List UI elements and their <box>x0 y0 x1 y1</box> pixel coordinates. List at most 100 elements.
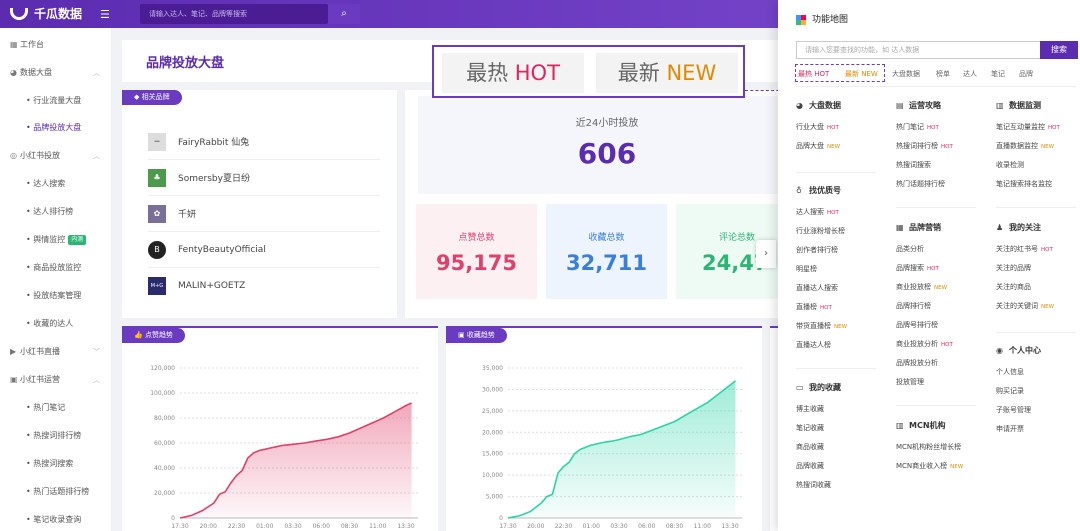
feature-link[interactable]: 行业涨粉增长榜 <box>796 226 845 236</box>
feature-link-label: 关注的关键词 <box>996 302 1038 310</box>
feature-link[interactable]: 带货直播榜 NEW <box>796 321 847 331</box>
brand-item[interactable]: ♣ Somersby夏日纷 <box>148 160 380 196</box>
feature-link[interactable]: MCN机构粉丝增长榜 <box>896 442 961 452</box>
new-badge: NEW <box>950 464 964 470</box>
feature-link[interactable]: 热门话题排行榜 <box>896 179 945 189</box>
sidebar-item-note-index[interactable]: • 笔记收录查询 <box>0 509 112 531</box>
sidebar-item-product-monitor[interactable]: • 商品投放监控 <box>0 257 112 279</box>
x-tick-label: 01:00 <box>583 523 600 530</box>
hot-badge: HOT <box>927 125 939 131</box>
feature-link[interactable]: 个人信息 <box>996 367 1024 377</box>
feature-link[interactable]: 关注的红书号 HOT <box>996 244 1053 254</box>
feature-link[interactable]: 直播达人榜 <box>796 340 831 350</box>
sidebar-item-saved-influencers[interactable]: • 收藏的达人 <box>0 313 112 335</box>
sidebar-item-xhs-live[interactable]: ▶ 小红书直播 ﹀ <box>0 341 112 363</box>
quick-tag-notes[interactable]: 笔记 <box>991 69 1005 79</box>
quick-tag-dashboard[interactable]: 大盘数据 <box>892 69 920 79</box>
hot-badge: HOT <box>941 342 953 348</box>
feature-link[interactable]: 申请开票 <box>996 424 1024 434</box>
feature-link[interactable]: 关注的品牌 <box>996 263 1031 273</box>
feature-link[interactable]: 购买记录 <box>996 386 1024 396</box>
feature-link[interactable]: 商品收藏 <box>796 442 824 452</box>
feature-link[interactable]: 笔记互动量监控 HOT <box>996 122 1060 132</box>
sidebar-item-data-dashboard[interactable]: ◕ 数据大盘 ︿ <box>0 62 112 84</box>
y-tick-label: 25,000 <box>482 408 503 415</box>
monitor-icon: ▥ <box>996 101 1004 110</box>
feature-search-button[interactable]: 搜索 <box>1040 41 1078 59</box>
feature-link[interactable]: 品牌投放分析 <box>896 358 938 368</box>
new-filter-zoom[interactable]: 最新 NEW <box>596 53 738 93</box>
feature-link[interactable]: 品牌大盘 NEW <box>796 141 840 151</box>
sidebar-item-workbench[interactable]: ▦ 工作台 <box>0 34 112 56</box>
feature-link[interactable]: 投放管理 <box>896 377 924 387</box>
chevron-right-icon[interactable]: › <box>756 240 776 268</box>
feature-link[interactable]: 笔记搜索排名监控 <box>996 179 1052 189</box>
feature-link[interactable]: MCN商业收入榜 NEW <box>896 461 963 471</box>
logo[interactable]: 千瓜数据 <box>10 5 82 22</box>
feature-link[interactable]: 品类分析 <box>896 244 924 254</box>
feature-link[interactable]: 行业大盘 HOT <box>796 122 839 132</box>
feature-link[interactable]: 达人搜索 HOT <box>796 207 839 217</box>
feature-search-input[interactable]: 请输入您要查找的功能，如 达人数据 <box>796 41 1040 59</box>
feature-link[interactable]: 关注的关键词 NEW <box>996 301 1054 311</box>
feature-link[interactable]: 热门笔记 HOT <box>896 122 939 132</box>
feature-link[interactable]: 热搜词收藏 <box>796 480 831 490</box>
sidebar-item-campaign-closing[interactable]: • 投放结案管理 <box>0 285 112 307</box>
feature-link[interactable]: 直播榜 HOT <box>796 302 832 312</box>
feature-link[interactable]: 品牌搜索 HOT <box>896 263 939 273</box>
sidebar-item-hot-search[interactable]: • 热搜词搜索 <box>0 453 112 475</box>
feature-link-label: 行业涨粉增长榜 <box>796 227 845 235</box>
feature-link[interactable]: 品牌排行榜 <box>896 301 931 311</box>
briefcase-icon: ▣ <box>10 375 18 384</box>
brand-item[interactable]: B FentyBeautyOfficial <box>148 232 380 268</box>
brand-item[interactable]: ━ FairyRabbit 仙兔 <box>148 124 380 160</box>
quick-tag-brand[interactable]: 品牌 <box>1019 69 1033 79</box>
brand-name: FairyRabbit 仙兔 <box>178 138 250 148</box>
sidebar-item-hot-topics[interactable]: • 热门话题排行榜 <box>0 481 112 503</box>
hot-badge: HOT <box>514 61 560 85</box>
global-search-input[interactable]: 请输入达人、笔记、品牌等搜索 <box>140 4 328 24</box>
feature-link[interactable]: 商业投放榜 NEW <box>896 282 947 292</box>
sidebar-item-hot-notes[interactable]: • 热门笔记 <box>0 397 112 419</box>
brand-item[interactable]: ✿ 千妍 <box>148 196 380 232</box>
quick-tag-rankings[interactable]: 榜单 <box>936 69 950 79</box>
feature-link[interactable]: 热搜词排行榜 HOT <box>896 141 953 151</box>
feature-link[interactable]: 品牌收藏 <box>796 461 824 471</box>
y-tick-label: 20,000 <box>154 490 175 497</box>
feature-link[interactable]: 创作者排行榜 <box>796 245 838 255</box>
brand-name: MALIN+GOETZ <box>178 281 246 291</box>
feature-link[interactable]: 明星榜 <box>796 264 817 274</box>
sidebar-item-xhs-operations[interactable]: ▣ 小红书运营 ︿ <box>0 369 112 391</box>
feature-link-label: 商业投放榜 <box>896 283 931 291</box>
sidebar-item-brand-dashboard[interactable]: • 品牌投放大盘 <box>0 117 112 139</box>
global-search-button[interactable]: ⌕ <box>328 4 360 24</box>
feature-link[interactable]: 热搜词搜索 <box>896 160 931 170</box>
feature-link[interactable]: 博主收藏 <box>796 404 824 414</box>
quick-tag-influencer[interactable]: 达人 <box>963 69 977 79</box>
sidebar-item-influencer-search[interactable]: • 达人搜索 <box>0 173 112 195</box>
user-icon: ♟ <box>996 223 1004 232</box>
hot-filter-zoom[interactable]: 最热 HOT <box>442 53 584 93</box>
sidebar-item-xhs-placement[interactable]: ◎ 小红书投放 ︿ <box>0 145 112 167</box>
feature-link[interactable]: 子账号管理 <box>996 405 1031 415</box>
hot-badge: HOT <box>941 144 953 150</box>
favorites-trend-panel: ▣ 收藏趋势 0 5,000 10,000 15,000 20,000 25,000 30,… <box>446 326 762 531</box>
feature-link-label: 行业大盘 <box>796 123 824 131</box>
feature-link[interactable]: 直播数据监控 NEW <box>996 141 1054 151</box>
feature-link[interactable]: 直播达人搜索 <box>796 283 838 293</box>
feature-link[interactable]: 商业投放分析 HOT <box>896 339 953 349</box>
favorites-total-card: 收藏总数 32,711 <box>546 204 667 299</box>
sidebar-item-sentiment-monitor[interactable]: • 舆情监控 内测 <box>0 229 112 251</box>
sidebar-item-influencer-ranking[interactable]: • 达人排行榜 <box>0 201 112 223</box>
feature-link-label: 品牌大盘 <box>796 142 824 150</box>
brand-item[interactable]: M+G MALIN+GOETZ <box>148 268 380 304</box>
divider <box>896 207 976 208</box>
feature-link[interactable]: 品牌号排行榜 <box>896 320 938 330</box>
section-title-text: 品牌营销 <box>909 223 941 232</box>
feature-link[interactable]: 关注的商品 <box>996 282 1031 292</box>
sidebar-item-industry-traffic[interactable]: • 行业流量大盘 <box>0 90 112 112</box>
feature-link[interactable]: 笔记收藏 <box>796 423 824 433</box>
sidebar-item-hot-search-ranking[interactable]: • 热搜词排行榜 <box>0 425 112 447</box>
feature-link[interactable]: 收录检测 <box>996 160 1024 170</box>
menu-toggle-icon[interactable]: ☰ <box>100 8 110 21</box>
